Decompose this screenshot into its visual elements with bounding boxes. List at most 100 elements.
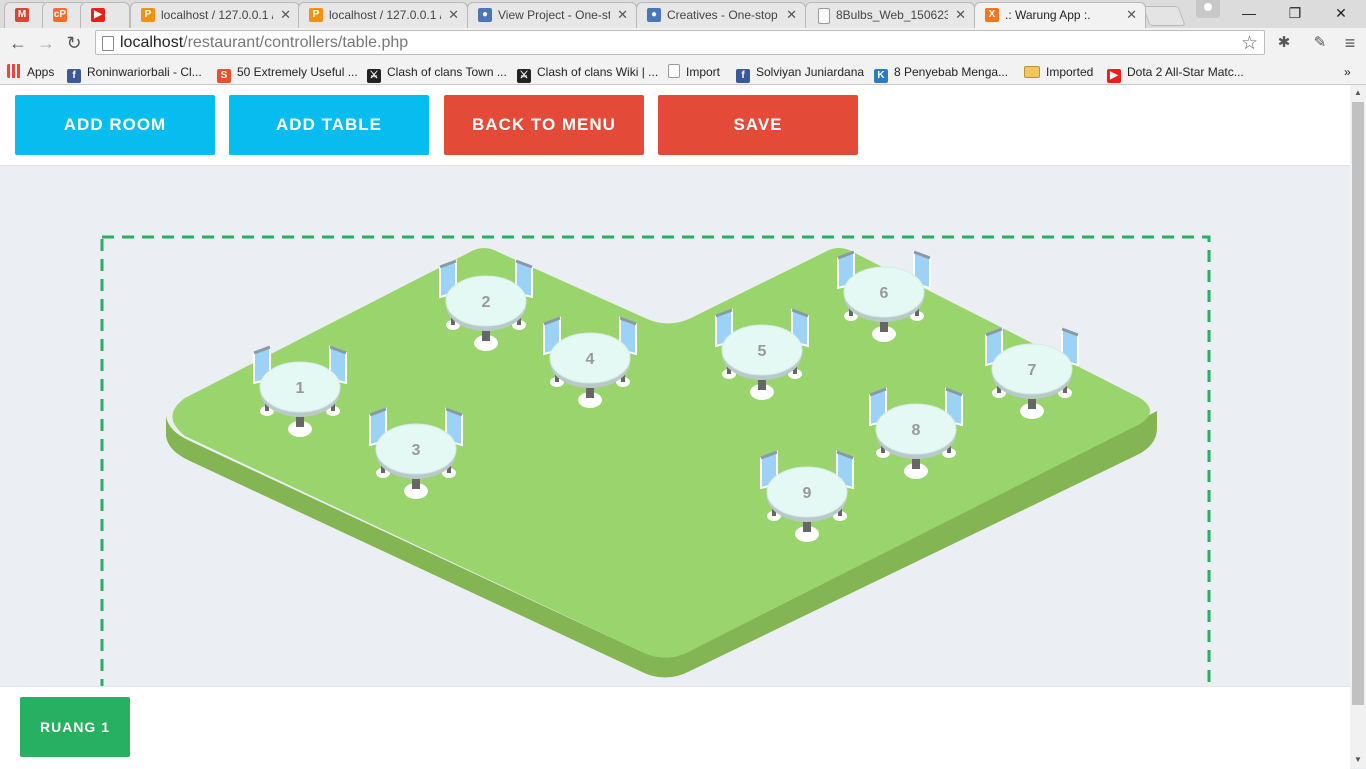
tab-title: 8Bulbs_Web_150623.p — [836, 8, 948, 22]
bookmarks-bar: Apps f Roninwariorbali - Cl... S 50 Extrem… — [0, 59, 1366, 85]
bookmark-label: Import — [686, 65, 721, 79]
folder-icon — [1024, 66, 1040, 78]
tab-view-project[interactable]: ● View Project - One-st ✕ — [467, 2, 637, 28]
url-host: localhost — [120, 34, 184, 51]
profile-icon[interactable] — [1196, 0, 1220, 18]
browser-tab-strip: M cP ▶ P localhost / 127.0.0.1 / ✕ P loc… — [0, 0, 1366, 28]
tab-phpmyadmin-2[interactable]: P localhost / 127.0.0.1 / ✕ — [298, 2, 468, 28]
back-to-menu-button[interactable]: BACK TO MENU — [444, 95, 644, 155]
tab-title: localhost / 127.0.0.1 / — [329, 8, 441, 22]
bookmark-clash-town[interactable]: ⚔ Clash of clans Town ... — [367, 63, 507, 83]
table-number: 7 — [1028, 362, 1037, 379]
bookmark-label: 50 Extremely Useful ... — [237, 65, 358, 79]
close-icon[interactable]: ✕ — [1126, 7, 1137, 23]
tab-8bulbs[interactable]: 8Bulbs_Web_150623.p ✕ — [805, 2, 975, 28]
scroll-up-arrow-icon[interactable]: ▲ — [1350, 85, 1366, 101]
xampp-icon: X — [985, 8, 999, 22]
forward-arrow-icon[interactable]: → — [34, 32, 58, 54]
table-number: 1 — [296, 380, 305, 397]
bookmark-solviyan[interactable]: f Solviyan Juniardana — [736, 63, 865, 83]
table-number: 9 — [803, 485, 812, 502]
floor-plan-canvas: 1 2 3 4 5 6 7 8 9 — [100, 235, 1211, 686]
more-bookmarks-icon[interactable]: » — [1344, 63, 1351, 81]
url-path: /restaurant/controllers/table.php — [183, 34, 409, 51]
bookmark-label: Imported — [1046, 65, 1094, 79]
gmail-icon: M — [15, 8, 29, 22]
s-logo-icon: S — [217, 69, 231, 83]
bookmark-50-useful[interactable]: S 50 Extremely Useful ... — [217, 63, 358, 83]
bookmark-label: Apps — [27, 65, 55, 79]
tab-youtube[interactable]: ▶ — [80, 2, 130, 28]
back-arrow-icon[interactable]: ← — [6, 32, 30, 54]
close-icon[interactable]: ✕ — [448, 7, 459, 23]
facebook-icon: f — [67, 69, 81, 83]
close-icon[interactable]: ✕ — [280, 7, 291, 23]
url-text[interactable]: localhost/restaurant/controllers/table.p… — [120, 34, 408, 52]
apps-grid-icon — [7, 64, 21, 78]
creative-cloud-icon: ● — [647, 8, 661, 22]
floor-plan-area: 1 2 3 4 5 6 7 8 9 — [0, 166, 1350, 686]
browser-toolbar: ← → ↻ localhost/restaurant/controllers/t… — [0, 28, 1366, 59]
close-icon[interactable]: ✕ — [955, 7, 966, 23]
table-number: 5 — [758, 343, 767, 360]
extension-bug-icon[interactable]: ✱ — [1274, 33, 1294, 53]
tab-title: Creatives - One-stop — [667, 8, 778, 22]
page-icon — [102, 36, 114, 51]
bookmark-label: Clash of clans Town ... — [387, 65, 507, 79]
clash-icon: ⚔ — [517, 69, 531, 83]
room-tab-ruang-1[interactable]: RUANG 1 — [20, 697, 130, 757]
youtube-icon: ▶ — [91, 8, 105, 22]
table-number: 6 — [880, 285, 889, 302]
bookmark-label: Clash of clans Wiki | ... — [537, 65, 659, 79]
address-bar[interactable]: localhost/restaurant/controllers/table.p… — [95, 30, 1265, 55]
bookmark-label: Roninwariorbali - Cl... — [87, 65, 202, 79]
restore-icon[interactable]: ❐ — [1272, 0, 1318, 28]
tab-title: View Project - One-st — [498, 8, 610, 22]
add-room-button[interactable]: ADD ROOM — [15, 95, 215, 155]
document-icon — [818, 8, 830, 24]
new-tab-button[interactable] — [1142, 6, 1186, 26]
close-icon[interactable]: ✕ — [617, 7, 628, 23]
close-icon[interactable]: ✕ — [786, 7, 797, 23]
minimize-icon[interactable]: — — [1226, 0, 1272, 28]
page-icon — [668, 64, 680, 78]
phpmyadmin-icon: P — [141, 8, 155, 22]
bookmark-imported-folder[interactable]: Imported — [1024, 63, 1093, 81]
scroll-down-arrow-icon[interactable]: ▼ — [1350, 752, 1366, 768]
bookmark-8-penyebab[interactable]: K 8 Penyebab Menga... — [874, 63, 1008, 83]
bookmark-apps[interactable]: Apps — [7, 63, 54, 81]
table-number: 4 — [586, 351, 595, 368]
scrollbar-thumb[interactable] — [1352, 102, 1364, 705]
tab-warung-app[interactable]: X .: Warung App :. ✕ — [974, 2, 1146, 28]
bookmark-label: Dota 2 All-Star Matc... — [1127, 65, 1244, 79]
page-scrollbar[interactable]: ▲ ▼ — [1350, 85, 1366, 768]
chrome-menu-icon[interactable]: ≡ — [1340, 33, 1360, 53]
k-logo-icon: K — [874, 69, 888, 83]
table-number: 2 — [482, 294, 491, 311]
bookmark-import[interactable]: Import — [668, 63, 720, 81]
tab-title: localhost / 127.0.0.1 / — [161, 8, 273, 22]
tab-creatives[interactable]: ● Creatives - One-stop ✕ — [636, 2, 806, 28]
table-number: 8 — [912, 422, 921, 439]
extension-dropper-icon[interactable]: ✎ — [1310, 33, 1330, 53]
reload-icon[interactable]: ↻ — [62, 32, 86, 54]
tab-phpmyadmin-1[interactable]: P localhost / 127.0.0.1 / ✕ — [130, 2, 300, 28]
room-tabs-bar: RUANG 1 — [0, 686, 1350, 769]
facebook-icon: f — [736, 69, 750, 83]
floor-slab-top — [172, 248, 1150, 658]
creative-cloud-icon: ● — [478, 8, 492, 22]
bookmark-roninwariorbali[interactable]: f Roninwariorbali - Cl... — [67, 63, 202, 83]
table-number: 3 — [412, 442, 421, 459]
bookmark-star-icon[interactable]: ☆ — [1241, 32, 1258, 55]
phpmyadmin-icon: P — [309, 8, 323, 22]
bookmark-clash-wiki[interactable]: ⚔ Clash of clans Wiki | ... — [517, 63, 659, 83]
bookmark-dota2[interactable]: ▶ Dota 2 All-Star Matc... — [1107, 63, 1244, 83]
youtube-icon: ▶ — [1107, 69, 1121, 83]
add-table-button[interactable]: ADD TABLE — [229, 95, 429, 155]
clash-icon: ⚔ — [367, 69, 381, 83]
action-bar: ADD ROOM ADD TABLE BACK TO MENU SAVE — [0, 85, 1350, 166]
save-button[interactable]: SAVE — [658, 95, 858, 155]
bookmark-label: Solviyan Juniardana — [756, 65, 865, 79]
cpanel-icon: cP — [53, 8, 67, 22]
window-close-icon[interactable]: ✕ — [1318, 0, 1364, 28]
